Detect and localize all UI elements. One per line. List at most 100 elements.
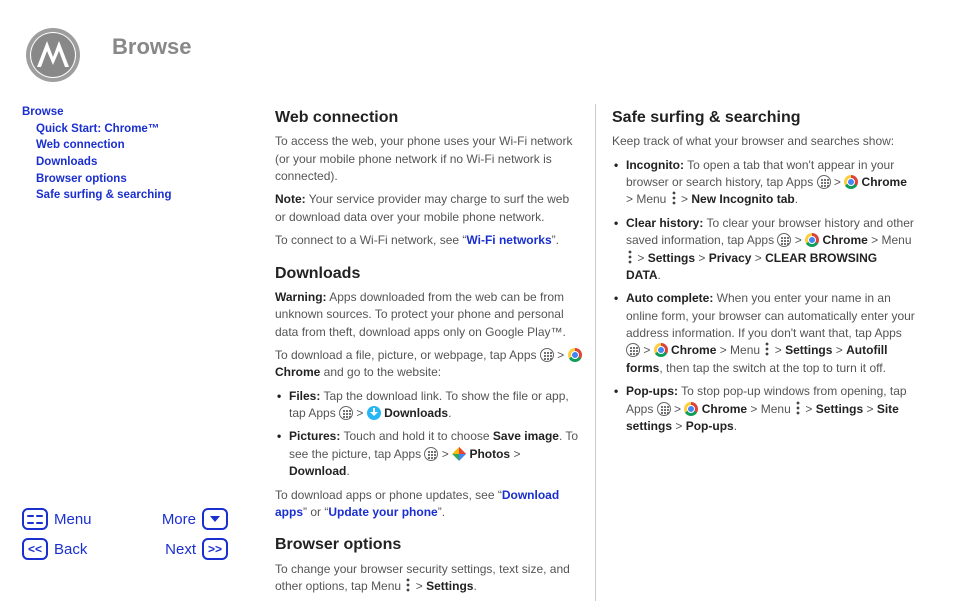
text: > — [412, 579, 426, 593]
settings-label: Settings — [426, 579, 473, 593]
text: To download a file, picture, or webpage,… — [275, 348, 540, 362]
text: and go to the website: — [320, 365, 441, 379]
text: ” or “ — [303, 505, 328, 519]
text: > — [554, 348, 568, 362]
text: > — [640, 343, 654, 357]
text: > — [751, 251, 765, 265]
settings-label: Settings — [785, 343, 832, 357]
text: > — [831, 175, 845, 189]
column-left: Web connection To access the web, your p… — [275, 104, 595, 601]
text: > — [353, 406, 367, 420]
bullet-popups: Pop-ups: To stop pop-up windows from ope… — [626, 383, 915, 435]
web-p1: To access the web, your phone uses your … — [275, 133, 583, 185]
note-text: Your service provider may charge to surf… — [275, 192, 569, 223]
text: > — [802, 402, 816, 416]
content: Web connection To access the web, your p… — [275, 104, 927, 601]
text: > — [438, 447, 452, 461]
clear-history-label: Clear history: — [626, 216, 703, 230]
text: > — [671, 402, 685, 416]
link-wifi-networks[interactable]: Wi-Fi networks — [466, 233, 551, 247]
motorola-logo — [22, 24, 84, 86]
text: > Menu — [868, 233, 912, 247]
photos-icon — [452, 447, 466, 461]
chrome-icon — [805, 233, 819, 247]
text: > — [634, 251, 648, 265]
chrome-icon — [568, 348, 582, 362]
more-icon-button[interactable] — [202, 508, 228, 530]
text: . — [346, 464, 349, 478]
dl-warning: Warning: Apps downloaded from the web ca… — [275, 289, 583, 341]
new-incognito-label: New Incognito tab — [691, 192, 794, 206]
table-of-contents: Browse Quick Start: Chrome™ Web connecti… — [22, 104, 275, 204]
menu-icon-button[interactable] — [22, 508, 48, 530]
apps-icon — [626, 343, 640, 357]
chrome-label: Chrome — [698, 402, 747, 416]
text: > — [863, 402, 877, 416]
menu-icon — [670, 191, 678, 205]
auto-complete-label: Auto complete: — [626, 291, 713, 305]
text: Touch and hold it to choose — [340, 429, 493, 443]
next-button[interactable]: Next — [142, 541, 202, 558]
next-icon-button[interactable]: >> — [202, 538, 228, 560]
text: > — [510, 447, 520, 461]
note-label: Note: — [275, 192, 306, 206]
toc-root[interactable]: Browse — [22, 106, 64, 118]
menu-icon — [794, 401, 802, 415]
bullet-auto-complete: Auto complete: When you enter your name … — [626, 290, 915, 377]
text: . — [473, 579, 476, 593]
settings-label: Settings — [648, 251, 695, 265]
text: > — [791, 233, 805, 247]
apps-icon — [777, 233, 791, 247]
page-title: Browse — [112, 34, 191, 60]
link-update-phone[interactable]: Update your phone — [328, 505, 437, 519]
toc-item-downloads[interactable]: Downloads — [36, 156, 97, 168]
popups-setting-label: Pop-ups — [686, 419, 734, 433]
more-button[interactable]: More — [142, 511, 202, 528]
apps-icon — [540, 348, 554, 362]
bullet-pictures: Pictures: Touch and hold it to choose Sa… — [289, 428, 583, 480]
toc-item-quickstart[interactable]: Quick Start: Chrome™ — [36, 123, 159, 135]
toc-item-browser-options[interactable]: Browser options — [36, 173, 127, 185]
apps-icon — [424, 447, 438, 461]
text: . — [795, 192, 798, 206]
chrome-icon — [654, 343, 668, 357]
web-p3: To connect to a Wi-Fi network, see “Wi-F… — [275, 232, 583, 249]
menu-icon — [626, 250, 634, 264]
text: . — [734, 419, 737, 433]
warning-label: Warning: — [275, 290, 327, 304]
text: ”. — [552, 233, 559, 247]
bullet-clear-history: Clear history: To clear your browser his… — [626, 215, 915, 285]
heading-downloads: Downloads — [275, 262, 583, 285]
text: > Menu — [747, 402, 794, 416]
privacy-label: Privacy — [709, 251, 752, 265]
pictures-label: Pictures: — [289, 429, 340, 443]
menu-button[interactable]: Menu — [54, 511, 142, 528]
text: > — [771, 343, 785, 357]
menu-icon — [404, 578, 412, 592]
chrome-label: Chrome — [668, 343, 717, 357]
toc-item-safe-surfing[interactable]: Safe surfing & searching — [36, 189, 171, 201]
safe-intro: Keep track of what your browser and sear… — [612, 133, 915, 150]
text: . — [448, 406, 451, 420]
apps-icon — [817, 175, 831, 189]
back-button[interactable]: Back — [54, 541, 142, 558]
files-label: Files: — [289, 389, 320, 403]
heading-browser-options: Browser options — [275, 533, 583, 556]
web-note: Note: Your service provider may charge t… — [275, 191, 583, 226]
text: To connect to a Wi-Fi network, see “ — [275, 233, 466, 247]
text: , then tap the switch at the top to turn… — [659, 361, 886, 375]
back-icon-button[interactable]: << — [22, 538, 48, 560]
text: > — [695, 251, 709, 265]
text: . — [658, 268, 661, 282]
text: > Menu — [716, 343, 763, 357]
incognito-label: Incognito: — [626, 158, 684, 172]
footer-nav: Menu More << Back Next >> — [22, 508, 262, 560]
chrome-label: Chrome — [858, 175, 907, 189]
dl-outro: To download apps or phone updates, see “… — [275, 487, 583, 522]
apps-icon — [657, 402, 671, 416]
text: > — [832, 343, 846, 357]
chrome-label: Chrome — [275, 365, 320, 379]
photos-label: Photos — [466, 447, 510, 461]
download-label: Download — [289, 464, 346, 478]
toc-item-web-connection[interactable]: Web connection — [36, 139, 125, 151]
